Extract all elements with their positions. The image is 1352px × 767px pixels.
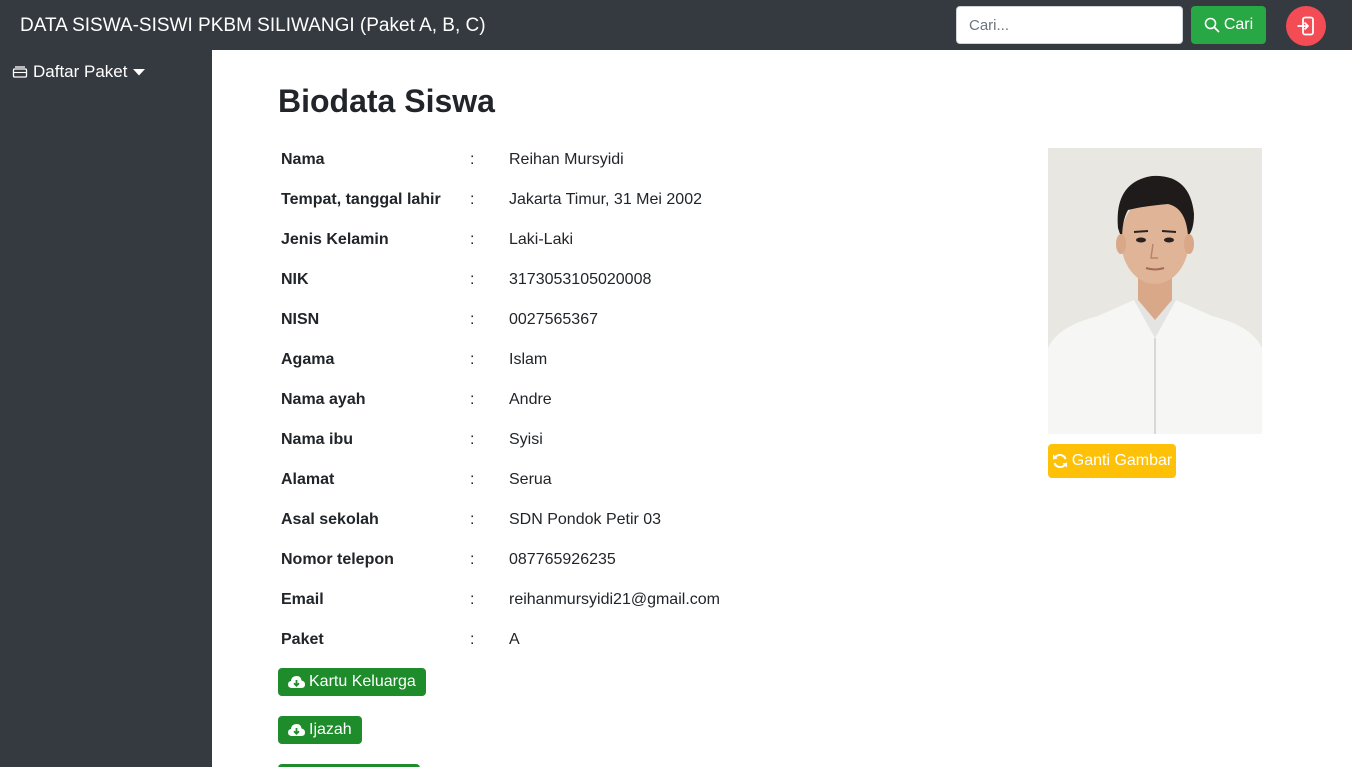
refresh-icon: [1052, 453, 1068, 469]
search-button[interactable]: Cari: [1191, 6, 1266, 44]
download-kartu-keluarga-button[interactable]: Kartu Keluarga: [278, 668, 426, 696]
biodata-label: Nomor telepon: [281, 551, 394, 568]
logout-icon: [1295, 15, 1317, 37]
app-title[interactable]: DATA SISWA-SISWI PKBM SILIWANGI (Paket A…: [20, 15, 486, 37]
biodata-colon: :: [470, 511, 475, 528]
download-ijazah-button[interactable]: Ijazah: [278, 716, 362, 744]
biodata-value: Serua: [509, 471, 552, 488]
biodata-label: Jenis Kelamin: [281, 231, 389, 248]
download-button-label: Ijazah: [309, 721, 352, 738]
biodata-colon: :: [470, 311, 475, 328]
biodata-value: 3173053105020008: [509, 271, 652, 288]
biodata-label: Email: [281, 591, 324, 608]
biodata-value: Syisi: [509, 431, 543, 448]
biodata-label: Asal sekolah: [281, 511, 379, 528]
biodata-colon: :: [470, 231, 475, 248]
layers-icon: [12, 65, 28, 79]
biodata-label: Tempat, tanggal lahir: [281, 191, 441, 208]
biodata-label: Nama ayah: [281, 391, 366, 408]
biodata-colon: :: [470, 551, 475, 568]
change-photo-label: Ganti Gambar: [1071, 452, 1173, 469]
biodata-label: Nama ibu: [281, 431, 354, 448]
search-icon: [1204, 17, 1220, 33]
top-navbar: DATA SISWA-SISWI PKBM SILIWANGI (Paket A…: [0, 0, 1352, 50]
biodata-colon: :: [470, 631, 475, 648]
biodata-value: Jakarta Timur, 31 Mei 2002: [509, 191, 702, 208]
biodata-colon: :: [470, 151, 475, 168]
download-button-label: Kartu Keluarga: [309, 673, 416, 690]
biodata-value: 0027565367: [509, 311, 598, 328]
sidebar-item-daftar-paket[interactable]: Daftar Paket: [12, 62, 145, 82]
main-content: Biodata Siswa Nama: Reihan Mursyidi Tempat…: [212, 50, 1352, 767]
student-photo: [1048, 148, 1262, 434]
sidebar-item-label: Daftar Paket: [33, 62, 128, 81]
biodata-value: SDN Pondok Petir 03: [509, 511, 662, 528]
page-title: Biodata Siswa: [278, 83, 495, 119]
change-photo-button[interactable]: Ganti Gambar: [1048, 444, 1176, 478]
biodata-colon: :: [470, 431, 475, 448]
biodata-value: Andre: [509, 391, 552, 408]
biodata-label: Nama: [281, 151, 325, 168]
biodata-value: A: [509, 631, 520, 648]
biodata-colon: :: [470, 591, 475, 608]
biodata-colon: :: [470, 471, 475, 488]
biodata-value: reihanmursyidi21@gmail.com: [509, 591, 720, 608]
biodata-label: NIK: [281, 271, 309, 288]
biodata-colon: :: [470, 391, 475, 408]
biodata-colon: :: [470, 351, 475, 368]
biodata-label: Agama: [281, 351, 335, 368]
search-button-label: Cari: [1223, 16, 1254, 33]
biodata-value: Islam: [509, 351, 548, 368]
logout-button[interactable]: [1286, 6, 1326, 46]
caret-down-icon: [132, 68, 145, 76]
biodata-value: Laki-Laki: [509, 231, 574, 248]
search-input[interactable]: [956, 6, 1183, 44]
biodata-label: NISN: [281, 311, 320, 328]
cloud-download-icon: [288, 675, 305, 689]
biodata-value: Reihan Mursyidi: [509, 151, 624, 168]
biodata-value: 087765926235: [509, 551, 616, 568]
cloud-download-icon: [288, 723, 305, 737]
biodata-colon: :: [470, 191, 475, 208]
biodata-colon: :: [470, 271, 475, 288]
biodata-label: Alamat: [281, 471, 335, 488]
sidebar: Daftar Paket: [0, 50, 212, 767]
biodata-label: Paket: [281, 631, 324, 648]
